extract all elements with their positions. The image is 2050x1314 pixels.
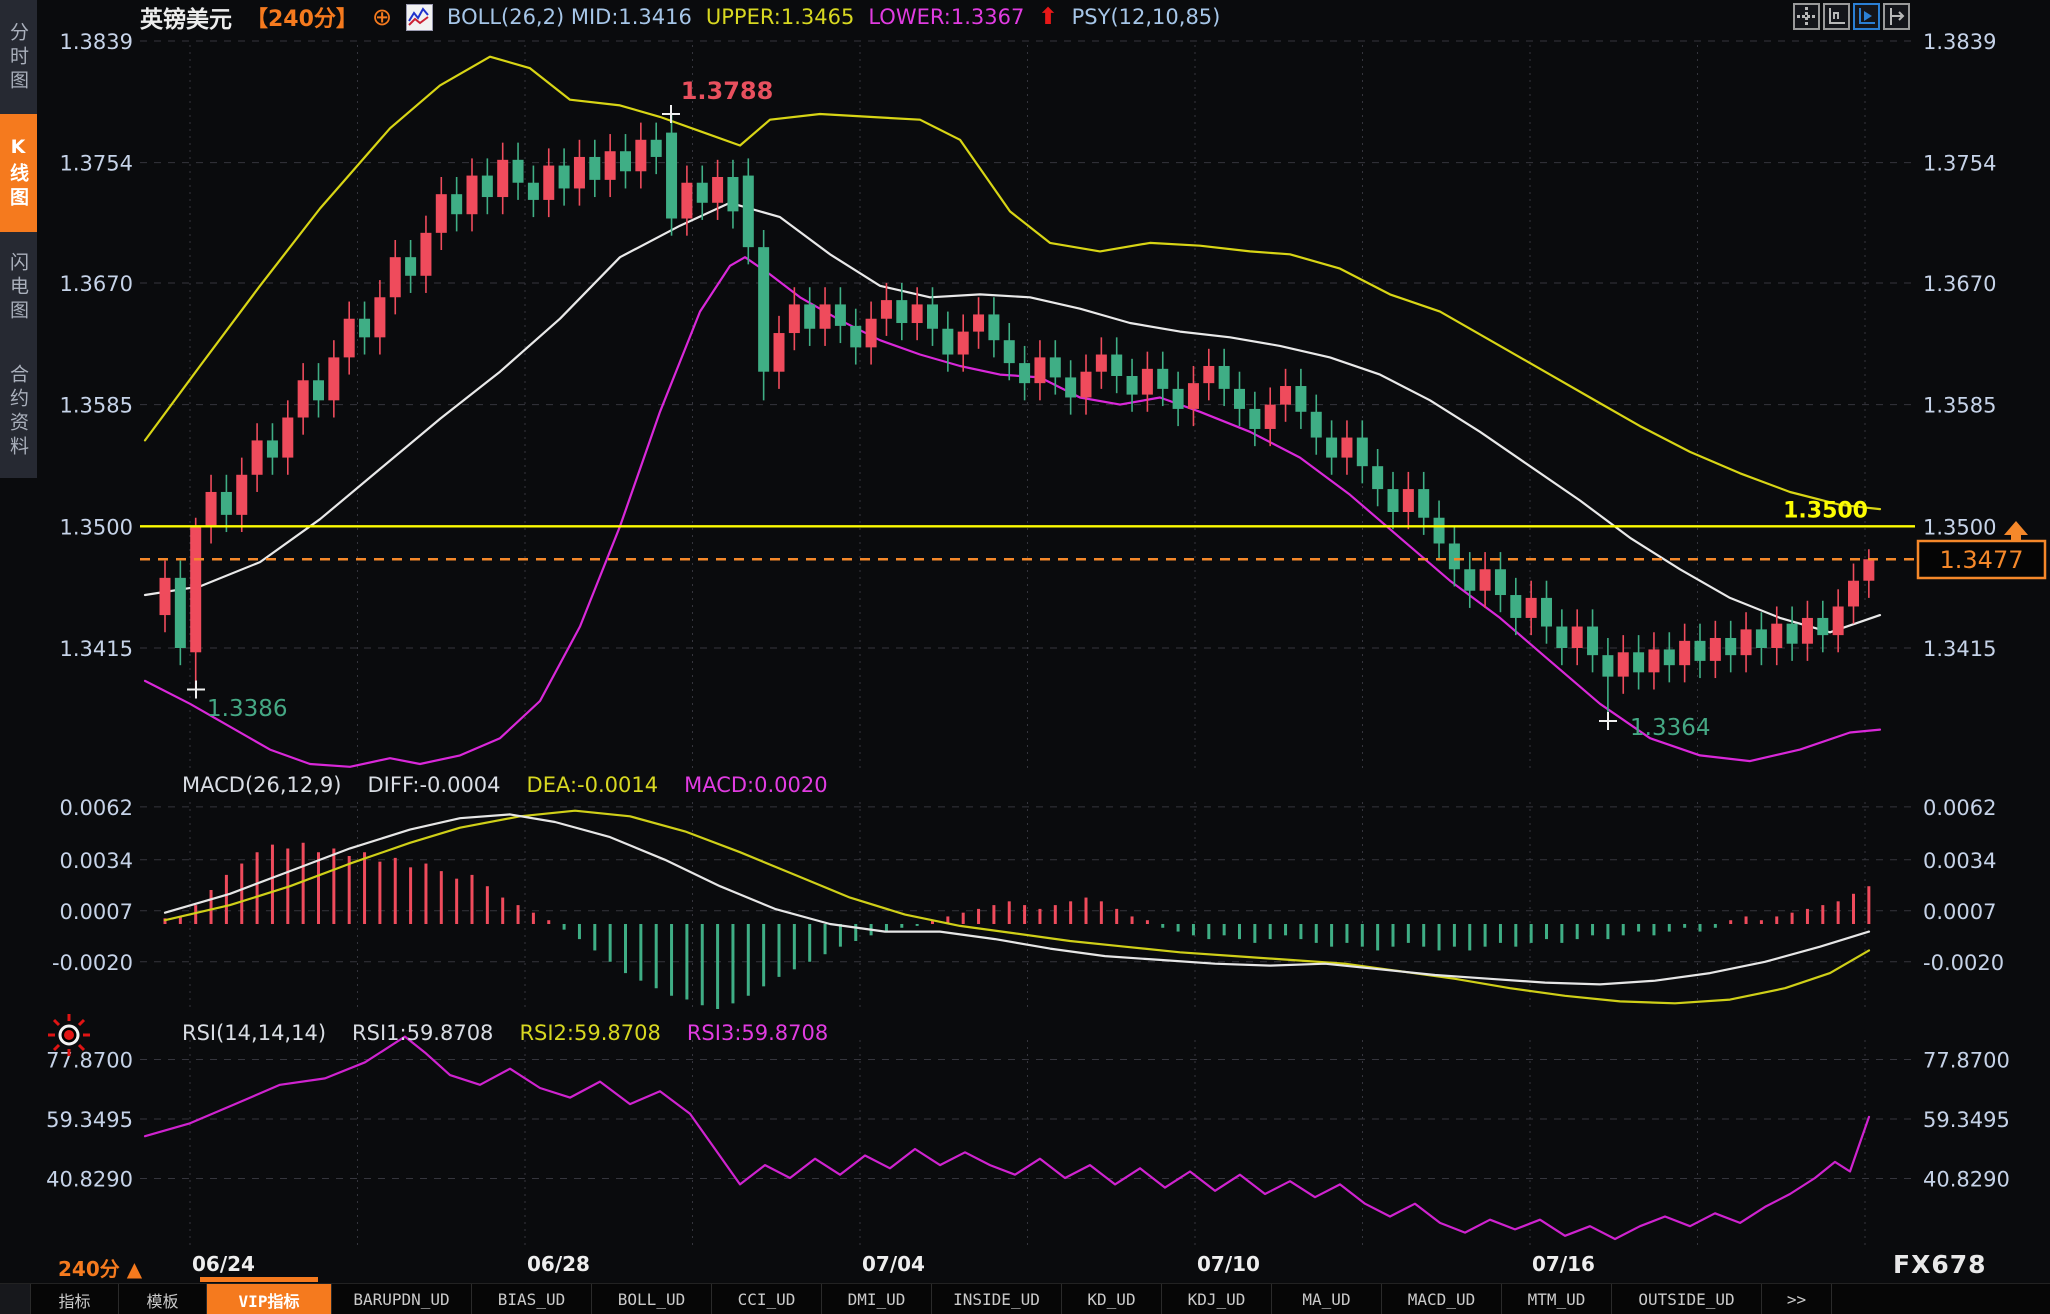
svg-text:59.3495: 59.3495	[1923, 1108, 2010, 1132]
header: 英镑美元 【240分】 ⊕ BOLL(26,2) MID:1.3416 UPPE…	[140, 2, 1220, 32]
svg-text:1.3500: 1.3500	[60, 515, 133, 539]
macd-name-label: MACD(26,12,9)	[182, 773, 342, 797]
trading-app: 1.3500 1.3477 1.3788 1.3386 1.3364 1.3839 1.38…	[0, 0, 2050, 1314]
rsi1-value: RSI1:59.8708	[352, 1021, 493, 1045]
tab-dmi-ud[interactable]: DMI_UD	[822, 1284, 932, 1314]
svg-text:1.3500: 1.3500	[1923, 515, 1996, 539]
indicator-tabbar: 指标 模板 VIP指标 BARUPDN_UD BIAS_UD BOLL_UD C…	[0, 1283, 2050, 1314]
tab-template[interactable]: 模板	[119, 1284, 207, 1314]
tab-macd-ud[interactable]: MACD_UD	[1382, 1284, 1502, 1314]
svg-text:1.3754: 1.3754	[60, 152, 133, 176]
period-selector[interactable]: 240分 ▲	[58, 1253, 142, 1282]
svg-text:1.3500: 1.3500	[1783, 498, 1868, 523]
svg-text:06/24: 06/24	[192, 1252, 255, 1276]
svg-text:0.0034: 0.0034	[1923, 849, 1996, 873]
up-arrow-icon: ⬆	[1038, 4, 1057, 30]
svg-text:1.3415: 1.3415	[60, 637, 133, 661]
macd-diff-value: DIFF:-0.0004	[368, 773, 501, 797]
svg-text:07/10: 07/10	[1197, 1252, 1260, 1276]
axis-scale-button[interactable]	[1823, 3, 1850, 30]
svg-text:07/04: 07/04	[862, 1252, 925, 1276]
svg-text:07/16: 07/16	[1532, 1252, 1595, 1276]
macd-header: MACD(26,12,9) DIFF:-0.0004 DEA:-0.0014 M…	[182, 773, 828, 797]
tab-kdj-ud[interactable]: KDJ_UD	[1162, 1284, 1272, 1314]
rsi3-value: RSI3:59.8708	[687, 1021, 828, 1045]
svg-text:0.0034: 0.0034	[60, 849, 133, 873]
svg-text:0.0062: 0.0062	[60, 796, 133, 820]
macd-macd-value: MACD:0.0020	[684, 773, 828, 797]
scrollbar-thumb[interactable]	[200, 1277, 318, 1282]
play-forward-button[interactable]	[1853, 3, 1880, 30]
svg-text:1.3477: 1.3477	[1940, 546, 2024, 574]
boll-lower-label: LOWER:1.3367	[868, 5, 1024, 29]
chart-toolbar	[1793, 3, 1910, 30]
tab-boll-ud[interactable]: BOLL_UD	[592, 1284, 712, 1314]
symbol-name: 英镑美元	[140, 0, 232, 34]
macd-dea-value: DEA:-0.0014	[527, 773, 659, 797]
svg-text:-0.0020: -0.0020	[1923, 951, 2004, 975]
tab-ma-ud[interactable]: MA_UD	[1272, 1284, 1382, 1314]
kline-icon	[406, 4, 433, 31]
tabbar-corner	[0, 1284, 31, 1314]
svg-text:1.3585: 1.3585	[60, 394, 133, 418]
svg-text:1.3670: 1.3670	[1923, 272, 1996, 296]
svg-text:0.0007: 0.0007	[60, 900, 133, 924]
tab-mtm-ud[interactable]: MTM_UD	[1502, 1284, 1612, 1314]
sidebar-item-label: 闪电图	[5, 252, 32, 324]
alert-sun-icon	[46, 1012, 92, 1062]
pan-tool-button[interactable]	[1793, 3, 1820, 30]
boll-indicator-label: BOLL(26,2) MID:1.3416	[447, 5, 692, 29]
svg-text:1.3670: 1.3670	[60, 272, 133, 296]
rsi2-value: RSI2:59.8708	[519, 1021, 660, 1045]
svg-text:1.3386: 1.3386	[207, 696, 287, 722]
sidebar: 分时图 K线图 闪电图 合约资料	[0, 0, 37, 478]
svg-text:0.0062: 0.0062	[1923, 796, 1996, 820]
sidebar-item-kline-chart[interactable]: K线图	[0, 114, 37, 232]
rsi-name-label: RSI(14,14,14)	[182, 1021, 326, 1045]
tab-barupdn-ud[interactable]: BARUPDN_UD	[332, 1284, 472, 1314]
tab-inside-ud[interactable]: INSIDE_UD	[932, 1284, 1062, 1314]
svg-text:40.8290: 40.8290	[1923, 1168, 2010, 1192]
sidebar-item-flash-chart[interactable]: 闪电图	[0, 238, 37, 338]
boll-upper-label: UPPER:1.3465	[706, 5, 854, 29]
svg-text:59.3495: 59.3495	[46, 1108, 133, 1132]
svg-text:1.3839: 1.3839	[60, 30, 133, 54]
svg-text:1.3839: 1.3839	[1923, 30, 1996, 54]
svg-text:1.3364: 1.3364	[1630, 715, 1710, 741]
watermark: FX678	[1893, 1250, 1987, 1279]
psy-indicator-label: PSY(12,10,85)	[1072, 5, 1221, 29]
tab-vip-indicator[interactable]: VIP指标	[207, 1284, 332, 1314]
sidebar-item-label: K线图	[5, 136, 32, 211]
sidebar-item-label: 分时图	[5, 22, 32, 94]
tab-cci-ud[interactable]: CCI_UD	[712, 1284, 822, 1314]
svg-text:-0.0020: -0.0020	[52, 951, 133, 975]
svg-text:77.8700: 77.8700	[1923, 1048, 2010, 1072]
period-label[interactable]: 【240分】	[246, 1, 358, 33]
chart-canvas[interactable]: 1.3500 1.3477 1.3788 1.3386 1.3364 1.3839 1.38…	[0, 0, 2050, 1314]
svg-text:1.3788: 1.3788	[681, 77, 774, 105]
expand-icon[interactable]: ⊕	[372, 5, 392, 29]
goto-latest-button[interactable]	[1883, 3, 1910, 30]
tab-bias-ud[interactable]: BIAS_UD	[472, 1284, 592, 1314]
tab-indicator[interactable]: 指标	[31, 1284, 119, 1314]
svg-text:06/28: 06/28	[527, 1252, 590, 1276]
svg-text:0.0007: 0.0007	[1923, 900, 1996, 924]
tab-more[interactable]: >>	[1762, 1284, 1832, 1314]
sidebar-item-contract-info[interactable]: 合约资料	[0, 346, 37, 478]
svg-text:1.3585: 1.3585	[1923, 394, 1996, 418]
svg-text:1.3415: 1.3415	[1923, 637, 1996, 661]
sidebar-item-time-chart[interactable]: 分时图	[0, 8, 37, 108]
svg-text:1.3754: 1.3754	[1923, 152, 1996, 176]
svg-text:40.8290: 40.8290	[46, 1168, 133, 1192]
sidebar-item-label: 合约资料	[5, 364, 32, 460]
tab-kd-ud[interactable]: KD_UD	[1062, 1284, 1162, 1314]
tab-outside-ud[interactable]: OUTSIDE_UD	[1612, 1284, 1762, 1314]
rsi-header: RSI(14,14,14) RSI1:59.8708 RSI2:59.8708 …	[182, 1021, 828, 1045]
